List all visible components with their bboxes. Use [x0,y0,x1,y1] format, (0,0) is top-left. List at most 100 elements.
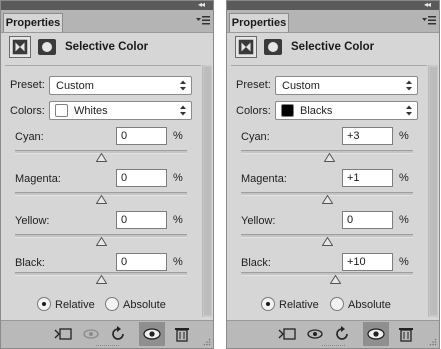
clip-to-layer-icon[interactable] [53,325,73,343]
absolute-radio[interactable] [330,297,344,311]
colors-value: Whites [74,105,108,117]
adjustment-icon[interactable] [9,36,31,58]
colors-label: Colors: [236,105,271,117]
preset-label: Preset: [236,79,271,91]
panel-titlebar[interactable]: ◂◂ [1,0,213,10]
properties-panel-blacks: ◂◂ Properties Selective Color Preset: Cu… [226,0,440,349]
black-label: Black: [241,257,271,269]
reset-icon[interactable] [109,325,129,343]
scrollbar[interactable] [428,65,438,317]
panel-titlebar[interactable]: ◂◂ [227,0,439,10]
collapse-icon[interactable]: ◂◂ [198,0,210,9]
panel-tabrow: Properties [1,10,213,33]
cyan-slider-thumb[interactable] [324,153,336,162]
method-options: Relative Absolute [1,297,213,315]
bottom-toolbar [1,320,213,348]
resize-grip-icon[interactable] [322,344,346,347]
colors-select[interactable]: Blacks [275,101,418,120]
percent-sign: % [399,130,409,142]
preset-value: Custom [56,80,94,92]
colors-label: Colors: [10,105,45,117]
panel-title: Selective Color [65,41,149,53]
black-slider-track[interactable] [241,272,413,276]
relative-label[interactable]: Relative [55,299,95,311]
colors-select[interactable]: Whites [49,101,192,120]
corner-resize-icon[interactable] [429,338,437,346]
preset-select[interactable]: Custom [275,76,418,95]
corner-resize-icon[interactable] [203,338,211,346]
divider [5,65,201,66]
tab-properties[interactable]: Properties [229,13,289,32]
black-label: Black: [15,257,45,269]
black-input[interactable]: +10 [342,253,393,271]
scrollbar-thumb[interactable] [204,67,211,315]
visibility-eye-icon[interactable] [139,322,165,346]
yellow-slider-thumb[interactable] [321,237,333,246]
bottom-toolbar [227,320,439,348]
panel-menu-icon[interactable] [422,15,436,27]
preset-label: Preset: [10,79,45,91]
panel-tabrow: Properties [227,10,439,33]
select-arrows-icon [406,105,412,116]
relative-radio[interactable] [261,297,275,311]
trash-icon[interactable] [172,325,192,343]
black-slider-thumb[interactable] [95,275,107,284]
panel-title: Selective Color [291,41,375,53]
visibility-eye-icon[interactable] [363,322,389,346]
cyan-label: Cyan: [15,131,44,143]
yellow-input[interactable]: 0 [342,211,393,229]
adjustment-icon[interactable] [235,36,257,58]
cyan-input[interactable]: +3 [342,127,393,145]
colors-value: Blacks [300,105,333,117]
yellow-label: Yellow: [15,215,50,227]
select-arrows-icon [406,80,412,91]
tab-properties[interactable]: Properties [3,13,63,32]
black-slider-thumb[interactable] [330,275,342,284]
absolute-label[interactable]: Absolute [123,299,166,311]
absolute-radio[interactable] [105,297,119,311]
method-options: Relative Absolute [227,297,439,315]
relative-radio[interactable] [37,297,51,311]
magenta-input[interactable]: +1 [342,169,393,187]
color-swatch [281,104,294,117]
mask-icon[interactable] [263,38,283,56]
magenta-slider-thumb[interactable] [322,195,334,204]
percent-sign: % [399,214,409,226]
percent-sign: % [173,130,183,142]
cyan-input[interactable]: 0 [116,127,167,145]
panel-menu-icon[interactable] [196,15,210,27]
scrollbar-thumb[interactable] [430,67,437,315]
absolute-label[interactable]: Absolute [348,299,391,311]
clip-to-layer-icon[interactable] [277,325,297,343]
preset-value: Custom [282,80,320,92]
panel-header: Selective Color [9,36,199,60]
magenta-label: Magenta: [15,173,61,185]
cyan-slider-thumb[interactable] [95,153,107,162]
relative-label[interactable]: Relative [279,299,319,311]
select-arrows-icon [180,105,186,116]
percent-sign: % [173,214,183,226]
magenta-input[interactable]: 0 [116,169,167,187]
reset-icon[interactable] [333,325,353,343]
collapse-icon[interactable]: ◂◂ [424,0,436,9]
percent-sign: % [173,256,183,268]
yellow-input[interactable]: 0 [116,211,167,229]
scrollbar[interactable] [202,65,212,317]
view-previous-state-icon[interactable] [81,325,101,343]
trash-icon[interactable] [396,325,416,343]
select-arrows-icon [180,80,186,91]
yellow-slider-thumb[interactable] [95,237,107,246]
divider [231,65,427,66]
black-input[interactable]: 0 [116,253,167,271]
magenta-slider-thumb[interactable] [95,195,107,204]
properties-panel-whites: ◂◂ Properties Selective Color Preset: Cu… [0,0,214,349]
view-previous-state-icon[interactable] [305,325,325,343]
percent-sign: % [399,256,409,268]
magenta-label: Magenta: [241,173,287,185]
resize-grip-icon[interactable] [96,344,120,347]
cyan-label: Cyan: [241,131,270,143]
panel-header: Selective Color [235,36,425,60]
mask-icon[interactable] [37,38,57,56]
preset-select[interactable]: Custom [49,76,192,95]
percent-sign: % [173,172,183,184]
